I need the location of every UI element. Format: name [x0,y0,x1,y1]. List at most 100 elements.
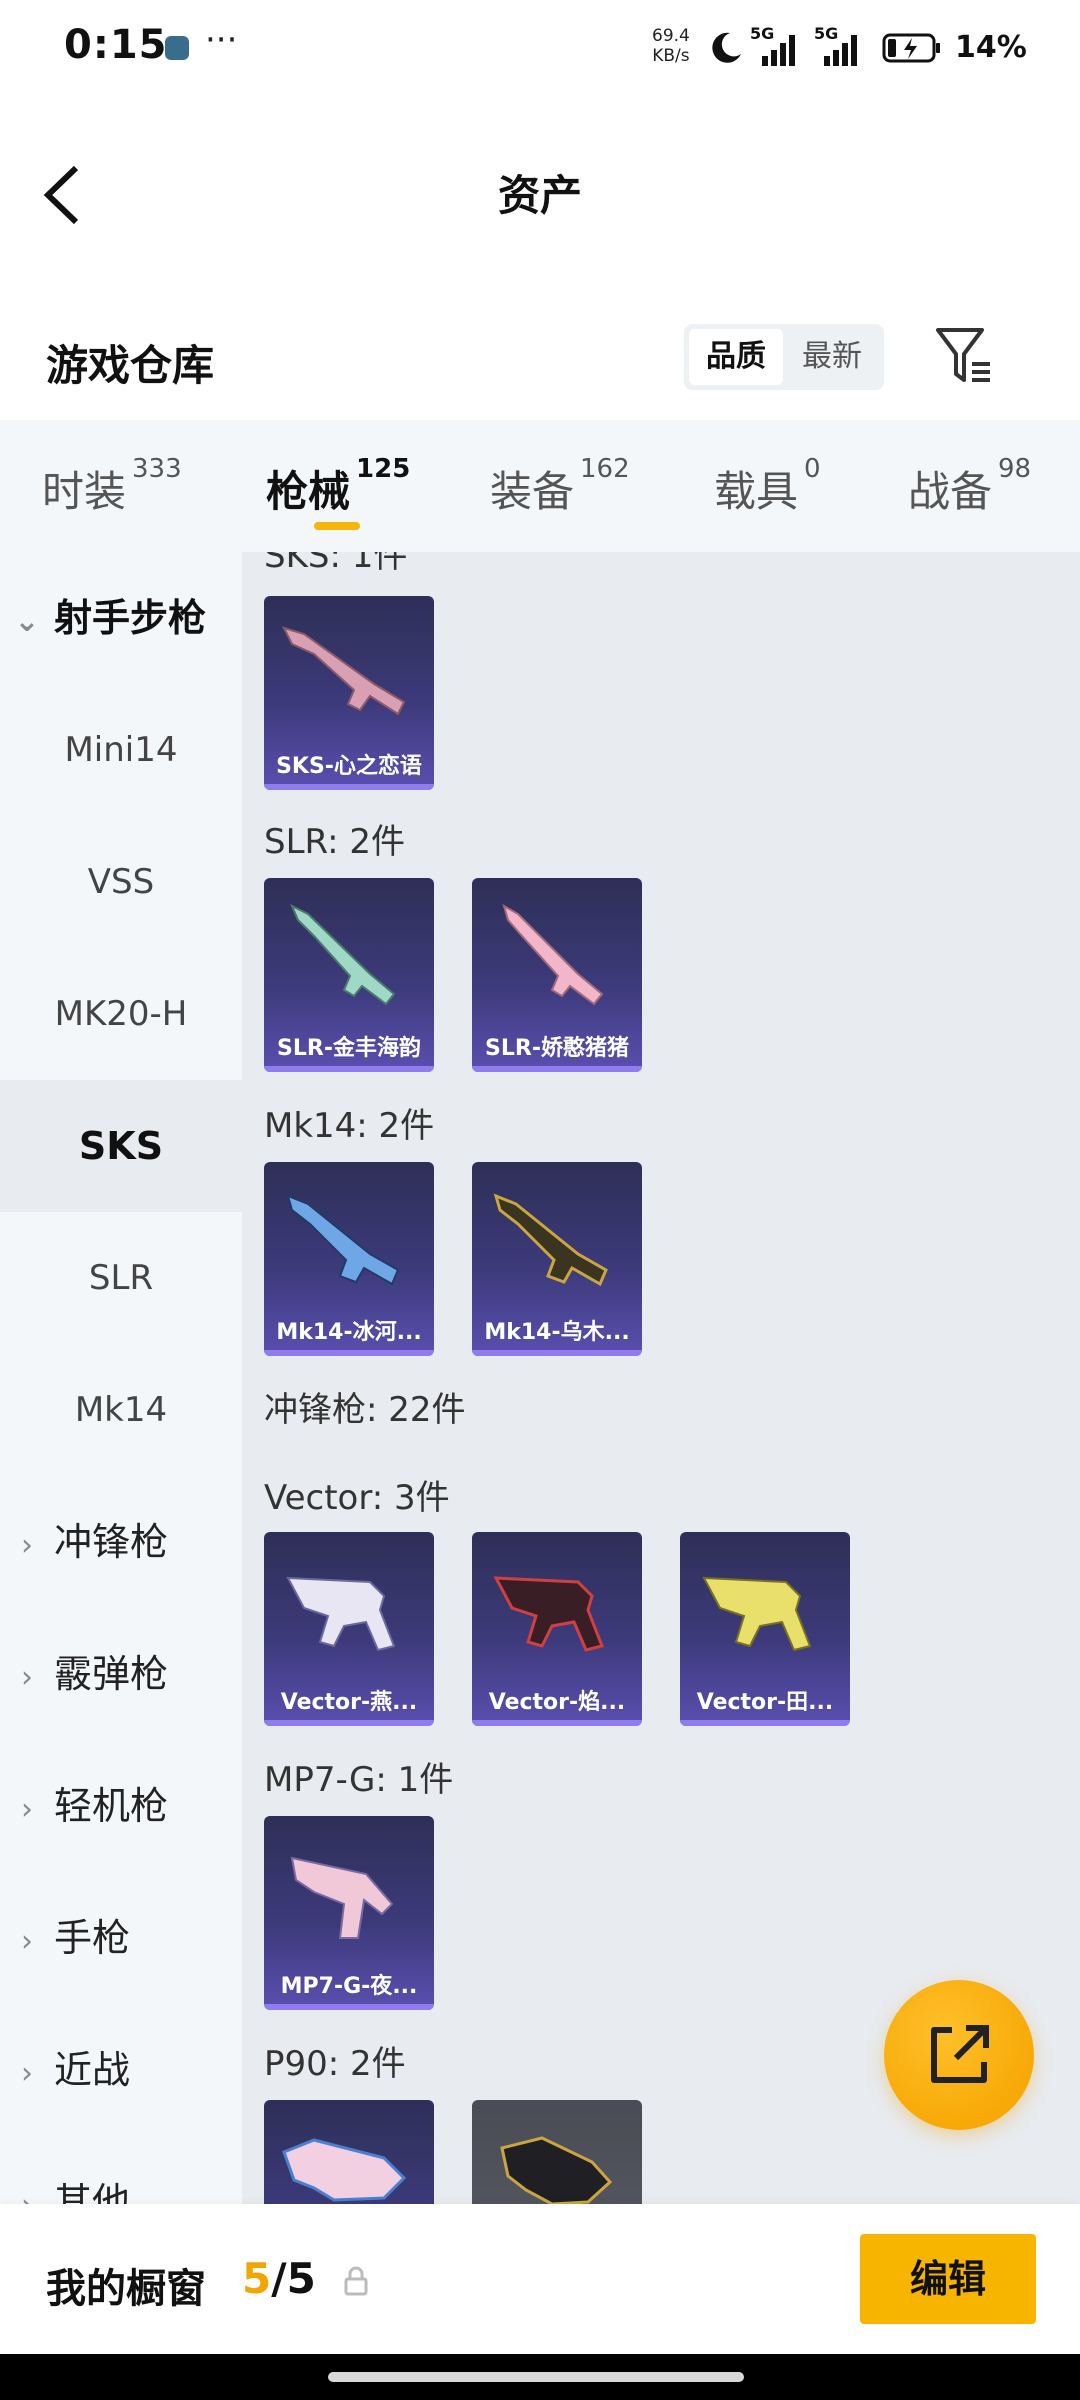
weapon-card[interactable]: Vector-焰... [472,1532,642,1726]
sidebar-group-label: 手枪 [54,1916,131,1960]
weapon-card[interactable]: SLR-金丰海韵 [264,878,434,1072]
chevron-down-icon: ⌄ [14,604,40,639]
showcase-count-used: 5 [242,2254,272,2303]
weapon-card-label: SLR-娇憨猪猪 [485,1036,629,1061]
smg-icon [286,1576,396,1652]
sidebar-group-melee[interactable]: › 近战 [0,2004,242,2136]
chevron-right-icon: › [21,1924,33,1959]
status-time: 0:15 [64,22,168,68]
signal-2-icon: 5G [814,24,870,68]
sidebar-item-mk14[interactable]: Mk14 [0,1344,242,1476]
tab-firearms-label: 枪械 [266,467,351,516]
tab-fashion-label: 时装 [42,467,127,516]
section-title-smg: 冲锋枪: 22件 [264,1390,466,1430]
system-nav-bar [0,2354,1080,2400]
section-title-mk14: Mk14: 2件 [264,1106,435,1146]
chevron-right-icon: › [21,1792,33,1827]
showcase-count-separator: / [271,2254,287,2303]
showcase-bar: 我的橱窗 5/5 编辑 [0,2204,1080,2354]
smg-icon [282,2138,407,2202]
active-tab-indicator [314,522,360,530]
rifle-icon [502,903,604,1006]
sidebar-item-sks[interactable]: SKS [0,1080,242,1212]
page-title: 资产 [497,171,582,220]
sidebar-item-slr[interactable]: SLR [0,1212,242,1344]
share-button[interactable] [884,1980,1034,2130]
network-speed: 69.4 KB/s [652,26,690,66]
weapon-card[interactable] [264,2100,434,2204]
weapon-card-label: Vector-焰... [488,1690,626,1715]
smg-icon [493,1576,605,1652]
section-title-p90: P90: 2件 [264,2044,406,2084]
showcase-count-total: 5 [286,2254,316,2303]
section-title-sks: SKS: 1件 [264,552,408,576]
sidebar-group-label: 近战 [54,2048,131,2092]
sort-option-quality[interactable]: 品质 [689,329,783,385]
sidebar-group-marksman-rifle[interactable]: ⌄ 射手步枪 [0,552,242,684]
sidebar-group-pistol[interactable]: › 手枪 [0,1872,242,2004]
rifle-icon [286,1194,400,1286]
filter-icon[interactable] [932,322,996,390]
tab-fashion-count: 333 [132,454,182,484]
weapon-card-label: Mk14-冰河... [276,1320,422,1345]
tab-vehicles[interactable]: 载具 0 [714,454,821,518]
tab-supplies-count: 98 [998,454,1032,484]
weapon-card[interactable]: SLR-娇憨猪猪 [472,878,642,1072]
battery-percent: 14% [955,30,1027,65]
tab-firearms-count: 125 [356,454,411,484]
showcase-title: 我的橱窗 [46,2266,206,2312]
sort-toggle: 品质 最新 [684,324,884,390]
weapon-card-label: SKS-心之恋语 [276,754,422,779]
sidebar-item-vss[interactable]: VSS [0,816,242,948]
tab-equipment[interactable]: 装备 162 [490,454,630,518]
chevron-right-icon: › [21,1660,33,1695]
chevron-right-icon: › [0,2140,54,2204]
weapon-card[interactable] [472,2100,642,2204]
section-title-vector: Vector: 3件 [264,1478,450,1518]
warehouse-title: 游戏仓库 [46,341,215,390]
battery-charging-icon [882,33,940,63]
lock-icon [344,2266,368,2296]
weapon-card[interactable]: MP7-G-夜... [264,1816,434,2010]
network-speed-value: 69.4 [652,26,690,46]
sidebar-group-smg[interactable]: › 冲锋枪 [0,1476,242,1608]
weapon-card[interactable]: SKS-心之恋语 [264,596,434,790]
tab-vehicles-label: 载具 [714,467,799,516]
tab-fashion[interactable]: 时装 333 [42,454,182,518]
weapon-card-label: SLR-金丰海韵 [277,1036,421,1061]
sidebar-item-mk20h[interactable]: MK20-H [0,948,242,1080]
tab-supplies[interactable]: 战备 98 [908,454,1031,518]
sidebar-group-label: 轻机枪 [54,1784,169,1828]
signal-1-icon: 5G [748,24,804,68]
weapon-list: SKS: 1件 SKS-心之恋语 SLR: 2件 SLR-金丰海韵 SLR-娇憨… [242,552,1080,2204]
share-external-icon [931,2025,989,2083]
rifle-icon [493,1193,608,1287]
sidebar-group-shotgun[interactable]: › 霰弹枪 [0,1608,242,1740]
more-notifications-icon: ··· [205,20,238,60]
sort-option-newest[interactable]: 最新 [785,329,879,385]
smg-icon [500,2136,613,2204]
sidebar-item-mini14[interactable]: Mini14 [0,684,242,816]
smg-icon [702,1576,812,1652]
tab-firearms[interactable]: 枪械 125 [266,454,410,518]
sidebar-group-label: 霰弹枪 [54,1652,169,1696]
home-gesture-handle[interactable] [328,2372,744,2382]
status-bar: 0:15 ··· 69.4 KB/s 5G 5G 14% [0,0,1080,100]
tab-equipment-count: 162 [580,454,630,484]
weapon-card-label: Vector-燕... [280,1690,418,1715]
edit-button[interactable]: 编辑 [860,2234,1036,2324]
weapon-card[interactable]: Mk14-冰河... [264,1162,434,1356]
category-tabs: 时装 333 枪械 125 装备 162 载具 0 战备 98 [0,420,1080,552]
weapon-card[interactable]: Mk14-乌木... [472,1162,642,1356]
weapon-card[interactable]: Vector-燕... [264,1532,434,1726]
weapon-card-label: Vector-田... [696,1690,834,1715]
sidebar-group-lmg[interactable]: › 轻机枪 [0,1740,242,1872]
tab-equipment-label: 装备 [490,467,575,516]
section-title-mp7g: MP7-G: 1件 [264,1760,454,1800]
weapon-card[interactable]: Vector-田... [680,1532,850,1726]
network-speed-unit: KB/s [652,46,690,66]
sidebar-group-other[interactable]: ›其他 [0,2136,242,2204]
rifle-icon [282,626,406,716]
weapon-type-sidebar: ⌄ 射手步枪 Mini14 VSS MK20-H SKS SLR Mk14 › 冲锋… [0,552,242,2204]
chevron-right-icon: › [21,1528,33,1563]
